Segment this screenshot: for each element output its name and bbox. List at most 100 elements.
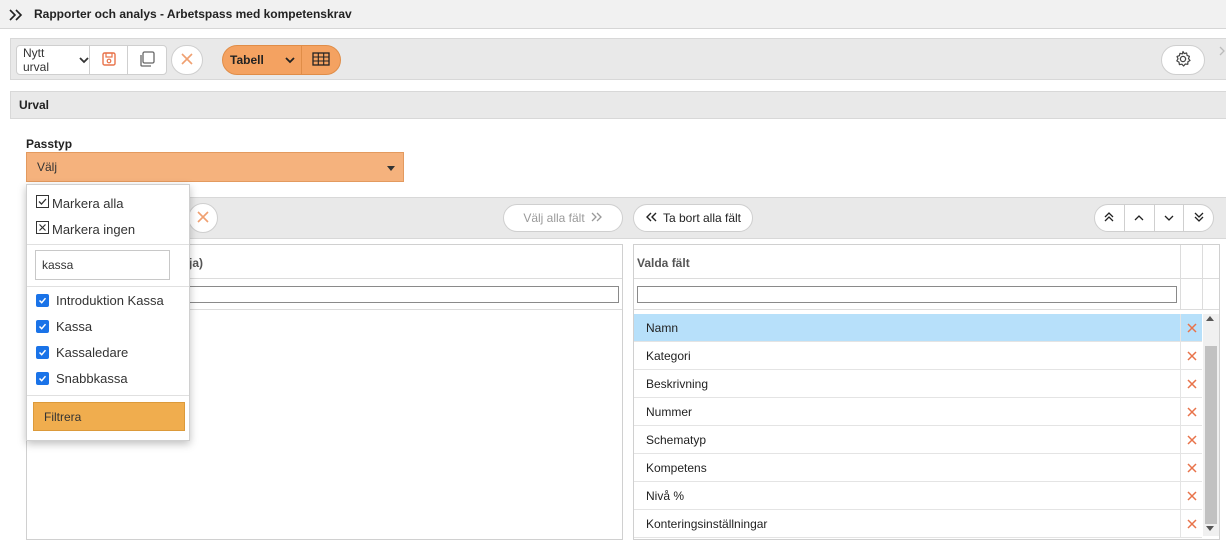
field-label: Nivå % [646, 488, 685, 503]
select-all-fields-button[interactable]: Välj alla fält [503, 204, 623, 232]
close-icon [1186, 322, 1197, 333]
double-chevron-down-icon [1194, 211, 1204, 225]
gear-icon [1174, 50, 1192, 71]
selected-fields-filter-input[interactable] [637, 286, 1177, 303]
clear-button[interactable] [171, 45, 203, 75]
option-label: Kassa [56, 319, 93, 334]
page-title: Rapporter och analys - Arbetspass med ko… [34, 7, 352, 21]
close-icon [1186, 378, 1197, 389]
checkbox-checked-icon [36, 372, 49, 385]
remove-field-button[interactable] [1180, 481, 1202, 510]
settings-button[interactable] [1161, 45, 1205, 75]
move-down-button[interactable] [1155, 205, 1185, 231]
remove-field-button[interactable] [1180, 397, 1202, 426]
chevron-up-icon [1134, 211, 1144, 225]
remove-all-fields-button[interactable]: Ta bort alla fält [633, 204, 753, 232]
select-all-option[interactable]: Markera alla [36, 195, 124, 211]
remove-field-button[interactable] [1180, 453, 1202, 482]
select-none-label: Markera ingen [52, 221, 136, 237]
clear-fields-button[interactable] [188, 203, 218, 233]
save-icon [101, 51, 117, 70]
remove-field-button[interactable] [1180, 369, 1202, 398]
move-buttons-group [1094, 204, 1214, 232]
selection-dropdown[interactable]: Nytt urval [16, 45, 90, 75]
double-chevron-left-icon [645, 211, 657, 225]
view-type-value: Tabell [230, 53, 264, 67]
field-label: Kompetens [646, 460, 707, 475]
passtyp-label: Passtyp [26, 137, 73, 151]
option-label: Snabbkassa [56, 371, 128, 386]
remove-field-button[interactable] [1180, 313, 1202, 342]
option-item[interactable]: Introduktion Kassa [36, 293, 164, 308]
scroll-up-icon[interactable] [1206, 316, 1214, 321]
list-item[interactable]: Kategori [634, 341, 1202, 370]
available-fields-filter-input[interactable] [188, 286, 619, 303]
option-label: Introduktion Kassa [56, 293, 164, 308]
checkbox-checked-icon [36, 294, 49, 307]
list-item[interactable]: Kompetens [634, 453, 1202, 482]
list-item[interactable]: Namn [634, 313, 1202, 342]
checkbox-checked-icon [36, 195, 49, 211]
chevron-down-icon [79, 53, 89, 67]
list-item[interactable]: Nivå % [634, 481, 1202, 510]
checkbox-checked-icon [36, 320, 49, 333]
copy-button[interactable] [127, 45, 167, 75]
divider [1202, 245, 1203, 309]
selected-fields-header: Valda fält [637, 256, 690, 270]
field-label: Beskrivning [646, 376, 709, 391]
select-all-label: Markera alla [52, 195, 124, 211]
list-item[interactable]: Konteringsinställningar [634, 509, 1202, 538]
select-none-option[interactable]: Markera ingen [36, 221, 135, 237]
divider [27, 286, 189, 287]
checkbox-x-icon [36, 221, 49, 237]
available-fields-header: ja) [189, 256, 204, 270]
list-item[interactable]: Schematyp [634, 425, 1202, 454]
passtyp-value: Välj [37, 160, 58, 174]
option-item[interactable]: Snabbkassa [36, 371, 128, 386]
option-item[interactable]: Kassa [36, 319, 92, 334]
select-all-fields-label: Välj alla fält [523, 211, 585, 225]
move-up-button[interactable] [1125, 205, 1155, 231]
close-icon [1186, 518, 1197, 529]
passtyp-select[interactable]: Välj [26, 152, 404, 182]
caret-down-icon [387, 166, 395, 171]
list-item[interactable]: Beskrivning [634, 369, 1202, 398]
collapse-panel-icon[interactable] [1218, 45, 1226, 57]
chevron-down-icon [1164, 211, 1174, 225]
move-top-button[interactable] [1095, 205, 1125, 231]
divider [634, 309, 1219, 310]
dropdown-search-input[interactable] [35, 250, 170, 280]
divider [27, 244, 189, 245]
double-chevron-right-icon [591, 211, 603, 225]
remove-field-button[interactable] [1180, 509, 1202, 538]
chevron-down-icon [285, 53, 295, 67]
remove-field-button[interactable] [1180, 425, 1202, 454]
field-label: Konteringsinställningar [646, 516, 768, 531]
field-label: Namn [646, 320, 679, 335]
passtyp-dropdown-menu: Markera alla Markera ingen Introduktion … [26, 184, 190, 441]
divider [634, 278, 1219, 279]
list-item[interactable]: Nummer [634, 397, 1202, 426]
selected-fields-list: Namn Kategori Beskrivning Nummer Schemat… [634, 313, 1202, 538]
remove-field-button[interactable] [1180, 341, 1202, 370]
double-chevron-up-icon [1104, 211, 1114, 225]
close-icon [1186, 406, 1197, 417]
close-icon [1186, 462, 1197, 473]
scroll-down-icon[interactable] [1206, 526, 1214, 531]
urval-section-header [10, 91, 1226, 119]
close-icon [197, 210, 209, 226]
expand-menu-icon[interactable] [8, 7, 24, 23]
divider [27, 395, 189, 396]
option-label: Kassaledare [56, 345, 129, 360]
view-type-dropdown[interactable]: Tabell [222, 45, 302, 75]
table-view-button[interactable] [301, 45, 341, 75]
save-button[interactable] [90, 45, 128, 75]
move-bottom-button[interactable] [1184, 205, 1213, 231]
filter-button[interactable]: Filtrera [33, 402, 185, 431]
close-icon [1186, 490, 1197, 501]
close-icon [181, 52, 193, 68]
table-grid-icon [312, 51, 330, 69]
field-label: Kategori [646, 348, 691, 363]
option-item[interactable]: Kassaledare [36, 345, 128, 360]
scrollbar-thumb[interactable] [1205, 346, 1217, 524]
